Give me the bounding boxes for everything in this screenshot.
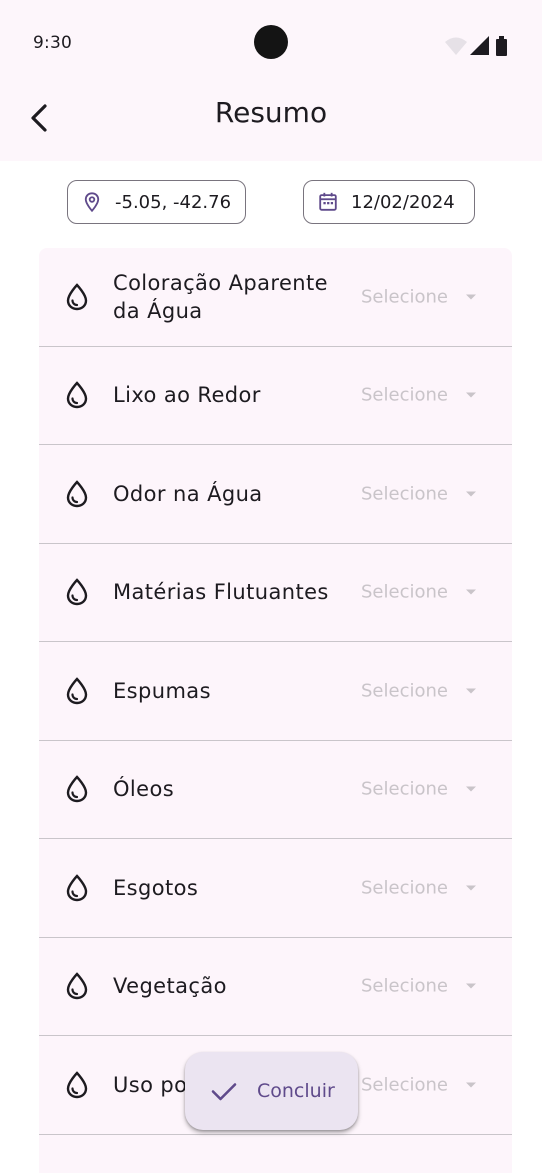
select-dropdown[interactable]: Selecione	[361, 286, 476, 307]
water-drop-icon	[66, 972, 88, 1000]
select-dropdown[interactable]: Selecione	[361, 877, 476, 898]
select-dropdown[interactable]: Selecione	[361, 1074, 476, 1095]
item-label: Esgotos	[113, 875, 199, 900]
item-label: Matérias Flutuantes	[113, 580, 329, 605]
item-label: Lixo ao Redor	[113, 383, 261, 408]
select-placeholder: Selecione	[361, 778, 448, 800]
date-chip-label: 12/02/2024	[351, 191, 455, 213]
item-label: Óleos	[113, 777, 175, 802]
item-label: Odor na Água	[113, 481, 263, 506]
select-dropdown[interactable]: Selecione	[361, 779, 476, 800]
list-item-odor: Odor na Água Selecione	[39, 445, 512, 544]
select-placeholder: Selecione	[361, 286, 448, 308]
list-item-lixo: Lixo ao Redor Selecione	[39, 347, 512, 445]
list-item-materias: Matérias Flutuantes Selecione	[39, 544, 512, 642]
water-drop-icon	[66, 381, 88, 409]
item-label: Espumas	[113, 678, 211, 703]
location-pin-icon	[81, 191, 103, 213]
page-title: Resumo	[214, 96, 328, 129]
dropdown-arrow-icon	[465, 885, 476, 891]
water-drop-icon	[66, 1071, 88, 1098]
wifi-icon	[445, 37, 467, 55]
concluir-label: Concluir	[257, 1080, 335, 1102]
list-item-vegetacao: Vegetação Selecione	[39, 938, 512, 1036]
dropdown-arrow-icon	[465, 688, 476, 694]
select-placeholder: Selecione	[361, 877, 448, 899]
water-drop-icon	[66, 283, 88, 310]
list-item-partial	[39, 1135, 512, 1173]
item-label: Coloração Aparente da Água	[113, 270, 328, 323]
water-drop-icon	[66, 874, 88, 901]
list-item-espumas: Espumas Selecione	[39, 642, 512, 741]
calendar-icon	[317, 191, 339, 213]
item-label: Vegetação	[113, 974, 227, 999]
dropdown-arrow-icon	[465, 983, 476, 989]
parameter-list: Coloração Aparente da Água Selecione Lix…	[39, 248, 512, 1173]
dropdown-arrow-icon	[465, 786, 476, 792]
dropdown-arrow-icon	[465, 491, 476, 497]
battery-icon	[496, 36, 507, 56]
dropdown-arrow-icon	[465, 392, 476, 398]
select-placeholder: Selecione	[361, 680, 448, 702]
select-placeholder: Selecione	[361, 483, 448, 505]
select-placeholder: Selecione	[361, 975, 448, 997]
location-chip[interactable]: -5.05, -42.76	[67, 180, 246, 224]
list-item-esgotos: Esgotos Selecione	[39, 839, 512, 938]
list-item-coloracao: Coloração Aparente da Água Selecione	[39, 248, 512, 347]
status-icons	[445, 36, 507, 56]
status-time: 9:30	[33, 33, 72, 53]
check-icon	[211, 1083, 237, 1101]
concluir-button[interactable]: Concluir	[185, 1052, 358, 1130]
dropdown-arrow-icon	[465, 1082, 476, 1088]
dropdown-arrow-icon	[465, 294, 476, 300]
date-chip[interactable]: 12/02/2024	[303, 180, 475, 224]
camera-cutout	[254, 25, 288, 59]
select-dropdown[interactable]: Selecione	[361, 582, 476, 603]
water-drop-icon	[66, 775, 88, 803]
select-dropdown[interactable]: Selecione	[361, 976, 476, 997]
status-bar: 9:30	[0, 0, 542, 90]
location-chip-label: -5.05, -42.76	[115, 191, 232, 213]
select-placeholder: Selecione	[361, 384, 448, 406]
select-dropdown[interactable]: Selecione	[361, 385, 476, 406]
list-item-oleos: Óleos Selecione	[39, 741, 512, 839]
water-drop-icon	[66, 480, 88, 507]
water-drop-icon	[66, 677, 88, 704]
select-dropdown[interactable]: Selecione	[361, 680, 476, 701]
select-placeholder: Selecione	[361, 1074, 448, 1096]
signal-icon	[470, 36, 489, 55]
select-dropdown[interactable]: Selecione	[361, 483, 476, 504]
dropdown-arrow-icon	[465, 589, 476, 595]
water-drop-icon	[66, 578, 88, 606]
select-placeholder: Selecione	[361, 581, 448, 603]
